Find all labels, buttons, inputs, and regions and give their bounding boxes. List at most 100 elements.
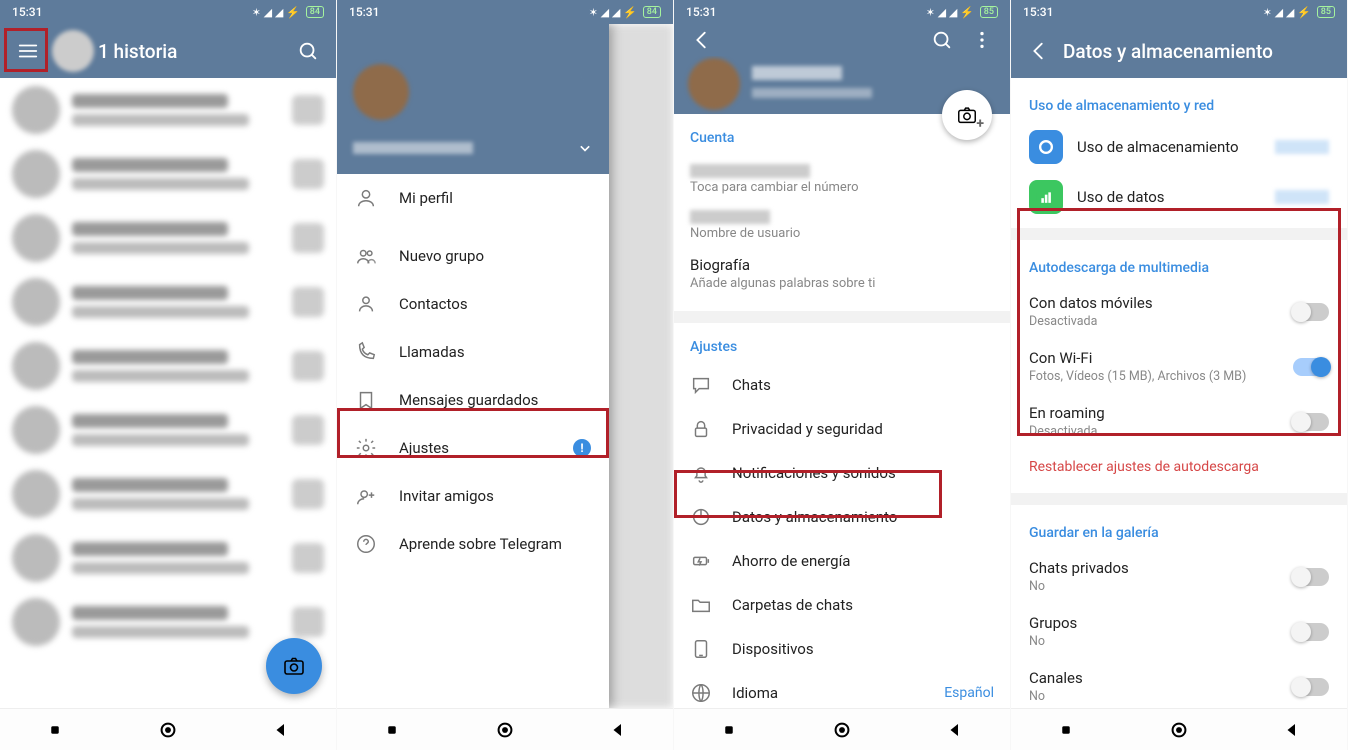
drawer-calls[interactable]: Llamadas xyxy=(337,328,609,376)
gallery-channels[interactable]: CanalesNo xyxy=(1029,659,1329,708)
settings-item-label: Notificaciones y sonidos xyxy=(732,464,896,482)
settings-privacy[interactable]: Privacidad y seguridad xyxy=(690,407,994,451)
option-title: Canales xyxy=(1029,669,1293,687)
android-navbar xyxy=(337,708,673,750)
setting-title: Biografía xyxy=(690,256,994,274)
option-subtitle: No xyxy=(1029,579,1293,594)
screen-data-storage: 15:31 ✶ ◢ ◢ ⚡85 Datos y almacenamiento U… xyxy=(1011,0,1348,750)
autodl-roaming[interactable]: En roamingDesactivada xyxy=(1029,394,1329,449)
drawer-saved-messages[interactable]: Mensajes guardados xyxy=(337,376,609,424)
menu-button[interactable] xyxy=(8,31,48,71)
nav-recents[interactable] xyxy=(1057,721,1075,739)
settings-folders[interactable]: Carpetas de chats xyxy=(690,583,994,627)
setting-phone[interactable]: Toca para cambiar el número xyxy=(690,154,994,200)
data-usage-row[interactable]: Uso de datos xyxy=(1029,172,1329,222)
drawer-item-label: Contactos xyxy=(399,295,468,313)
nav-recents[interactable] xyxy=(46,721,64,739)
settings-item-label: Carpetas de chats xyxy=(732,596,853,614)
profile-name-blurred xyxy=(752,66,842,80)
nav-home[interactable] xyxy=(831,719,853,741)
gallery-groups[interactable]: Grupos No xyxy=(1029,604,1329,659)
profile-status-blurred xyxy=(752,88,872,98)
drawer-my-profile[interactable]: Mi perfil xyxy=(337,174,609,222)
drawer-avatar[interactable] xyxy=(353,64,409,120)
settings-language[interactable]: IdiomaEspañol xyxy=(690,671,994,708)
storage-usage-section: Uso de almacenamiento y red Uso de almac… xyxy=(1011,78,1347,228)
chat-row[interactable] xyxy=(0,206,336,270)
night-mode-toggle[interactable] xyxy=(575,64,595,88)
nav-back[interactable] xyxy=(609,721,627,739)
drawer-item-label: Llamadas xyxy=(399,343,465,361)
option-title: Grupos xyxy=(1029,614,1293,632)
chat-row[interactable] xyxy=(0,334,336,398)
gallery-private[interactable]: Chats privadosNo xyxy=(1029,549,1329,604)
toggle-private[interactable] xyxy=(1293,568,1329,586)
settings-item-label: Privacidad y seguridad xyxy=(732,420,883,438)
screen-settings: 15:31 ✶ ◢ ◢ ⚡85 + Cuenta Toca para cambi… xyxy=(674,0,1011,750)
page-title: Datos y almacenamiento xyxy=(1059,40,1339,63)
more-button[interactable] xyxy=(962,20,1002,60)
screen-chatlist: 15:31 ✶ ◢ ◢ ⚡84 1 historia xyxy=(0,0,337,750)
back-button[interactable] xyxy=(1019,31,1059,71)
data-storage-body[interactable]: Uso de almacenamiento y red Uso de almac… xyxy=(1011,78,1347,708)
toggle-mobile[interactable] xyxy=(1293,303,1329,321)
setting-bio[interactable]: BiografíaAñade algunas palabras sobre ti xyxy=(690,246,994,301)
option-subtitle: No xyxy=(1029,634,1293,649)
expand-accounts-icon[interactable] xyxy=(575,138,595,162)
nav-recents[interactable] xyxy=(383,721,401,739)
toggle-channels[interactable] xyxy=(1293,678,1329,696)
storage-icon xyxy=(1029,130,1063,164)
drawer-item-label: Ajustes xyxy=(399,439,449,457)
row-label: Uso de datos xyxy=(1077,188,1275,206)
row-label: Uso de almacenamiento xyxy=(1077,138,1275,156)
chat-row[interactable] xyxy=(0,526,336,590)
autodownload-section: Autodescarga de multimedia Con datos móv… xyxy=(1011,240,1347,493)
chat-list[interactable] xyxy=(0,78,336,708)
search-button[interactable] xyxy=(288,31,328,71)
settings-chats[interactable]: Chats xyxy=(690,363,994,407)
reset-autodl[interactable]: Restablecer ajustes de autodescarga xyxy=(1029,449,1329,487)
settings-body[interactable]: + Cuenta Toca para cambiar el número Nom… xyxy=(674,56,1010,708)
nav-back[interactable] xyxy=(272,721,290,739)
drawer-help[interactable]: Aprende sobre Telegram xyxy=(337,520,609,568)
drawer-new-group[interactable]: Nuevo grupo xyxy=(337,232,609,280)
profile-avatar[interactable] xyxy=(688,58,740,110)
nav-home[interactable] xyxy=(494,719,516,741)
autodl-mobile[interactable]: Con datos móvilesDesactivada xyxy=(1029,284,1329,339)
settings-notifications[interactable]: Notificaciones y sonidos xyxy=(690,451,994,495)
setting-subtitle: Nombre de usuario xyxy=(690,226,994,236)
nav-home[interactable] xyxy=(157,719,179,741)
settings-devices[interactable]: Dispositivos xyxy=(690,627,994,671)
toggle-wifi[interactable] xyxy=(1293,358,1329,376)
nav-back[interactable] xyxy=(946,721,964,739)
back-button[interactable] xyxy=(682,20,722,60)
toggle-groups[interactable] xyxy=(1293,623,1329,641)
nav-back[interactable] xyxy=(1283,721,1301,739)
chat-row[interactable] xyxy=(0,462,336,526)
drawer-item-label: Mi perfil xyxy=(399,189,453,207)
autodl-wifi[interactable]: Con Wi-FiFotos, Vídeos (15 MB), Archivos… xyxy=(1029,339,1329,394)
chat-row[interactable] xyxy=(0,78,336,142)
settings-topbar xyxy=(674,24,1010,56)
option-subtitle: Fotos, Vídeos (15 MB), Archivos (3 MB) xyxy=(1029,369,1293,384)
settings-power[interactable]: Ahorro de energía xyxy=(690,539,994,583)
compose-fab[interactable] xyxy=(266,638,322,694)
change-photo-fab[interactable]: + xyxy=(942,90,992,140)
settings-data-storage[interactable]: Datos y almacenamiento xyxy=(690,495,994,539)
storage-usage-row[interactable]: Uso de almacenamiento xyxy=(1029,122,1329,172)
drawer-contacts[interactable]: Contactos xyxy=(337,280,609,328)
search-button[interactable] xyxy=(922,20,962,60)
drawer-settings[interactable]: Ajustes! xyxy=(337,424,609,472)
nav-home[interactable] xyxy=(1168,719,1190,741)
nav-recents[interactable] xyxy=(720,721,738,739)
avatar[interactable] xyxy=(52,30,94,72)
chat-row[interactable] xyxy=(0,142,336,206)
toggle-roaming[interactable] xyxy=(1293,413,1329,431)
setting-username[interactable]: Nombre de usuario xyxy=(690,200,994,246)
section-title: Uso de almacenamiento y red xyxy=(1029,92,1329,122)
drawer-item-label: Nuevo grupo xyxy=(399,247,484,265)
drawer-invite[interactable]: Invitar amigos xyxy=(337,472,609,520)
chat-row[interactable] xyxy=(0,398,336,462)
chat-row[interactable] xyxy=(0,270,336,334)
drawer-header[interactable] xyxy=(337,24,609,174)
